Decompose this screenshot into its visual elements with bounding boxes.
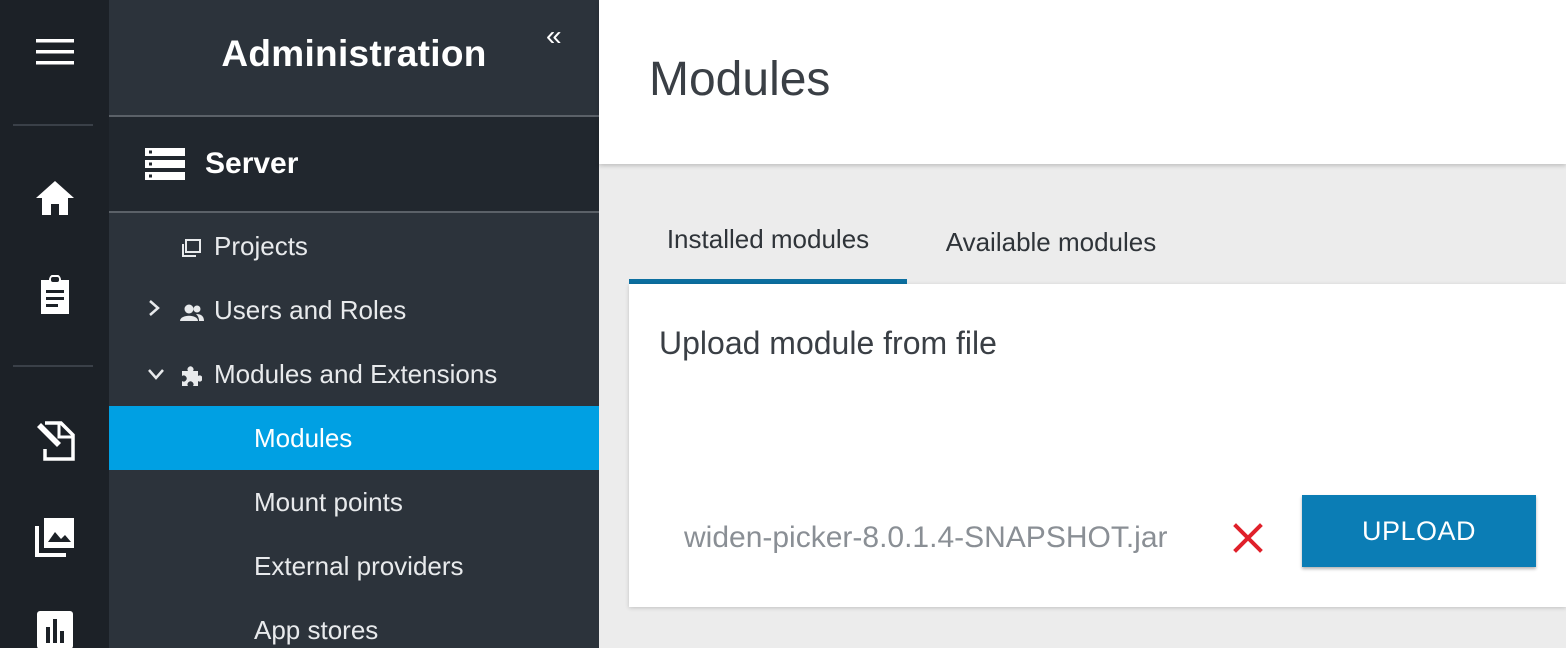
edit-document-icon[interactable] — [0, 418, 109, 462]
home-icon[interactable] — [0, 178, 109, 218]
server-section-header[interactable]: Server — [109, 117, 599, 213]
users-icon — [180, 299, 204, 330]
selected-file-name: widen-picker-8.0.1.4-SNAPSHOT.jar — [684, 521, 1168, 554]
tab-installed-modules[interactable]: Installed modules — [629, 200, 907, 284]
clipboard-icon[interactable] — [0, 274, 109, 316]
collapse-panel-icon[interactable]: « — [546, 20, 562, 52]
rail-divider — [13, 365, 93, 367]
chevron-right-icon[interactable] — [147, 297, 161, 323]
upload-module-card: Upload module from file widen-picker-8.0… — [629, 284, 1566, 607]
server-icon — [145, 148, 185, 185]
remove-file-icon[interactable] — [1232, 522, 1264, 559]
sidebar-item-app-stores[interactable]: App stores — [109, 598, 599, 648]
admin-side-panel: Administration « Server Projects Users a… — [109, 0, 599, 648]
sidebar-item-label: Mount points — [254, 486, 403, 517]
tab-available-modules[interactable]: Available modules — [907, 200, 1195, 284]
page-title: Modules — [649, 53, 831, 106]
page-header: Modules — [599, 0, 1566, 164]
sidebar-item-mount-points[interactable]: Mount points — [109, 470, 599, 534]
sidebar-item-users-and-roles[interactable]: Users and Roles — [109, 278, 599, 342]
sidebar-item-label: Users and Roles — [214, 294, 407, 325]
menu-icon[interactable] — [0, 32, 109, 72]
sidebar-item-modules-and-extensions[interactable]: Modules and Extensions — [109, 342, 599, 406]
sidebar-item-projects[interactable]: Projects — [109, 214, 599, 278]
sidebar-item-label: External providers — [254, 550, 464, 581]
sidebar-item-label: Modules — [254, 422, 353, 453]
sidebar-item-modules[interactable]: Modules — [109, 406, 599, 470]
server-label: Server — [205, 147, 299, 180]
sidebar-item-label: Modules and Extensions — [214, 358, 498, 389]
rail-divider — [13, 124, 93, 126]
upload-button[interactable]: UPLOAD — [1302, 495, 1536, 567]
sidebar-item-label: Projects — [214, 230, 308, 261]
sidebar-item-external-providers[interactable]: External providers — [109, 534, 599, 598]
puzzle-icon — [180, 363, 203, 394]
sidebar-item-label: App stores — [254, 614, 379, 645]
panel-title: Administration — [221, 33, 487, 74]
chevron-down-icon[interactable] — [147, 361, 165, 387]
image-library-icon[interactable] — [0, 515, 109, 559]
card-title: Upload module from file — [659, 325, 997, 361]
projects-icon — [180, 235, 202, 266]
bar-chart-icon[interactable] — [0, 610, 109, 648]
panel-header: Administration « — [109, 0, 599, 117]
icon-rail — [0, 0, 109, 648]
